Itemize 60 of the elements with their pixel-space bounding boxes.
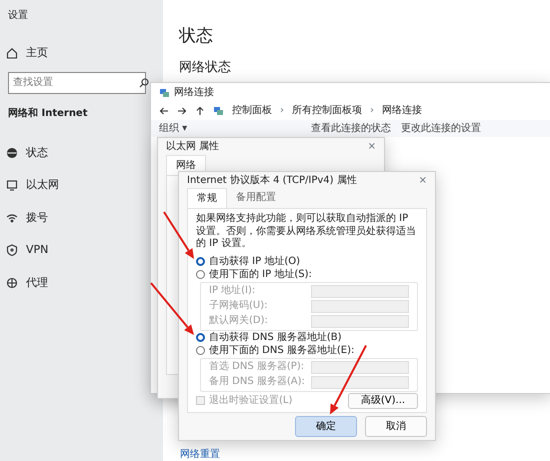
- radio-button[interactable]: [196, 257, 205, 266]
- field-label: 子网掩码(U):: [209, 300, 268, 312]
- breadcrumb-item[interactable]: 控制面板: [232, 103, 272, 118]
- field-label: IP 地址(I):: [209, 285, 256, 297]
- dialog-title: 以太网 属性: [166, 140, 220, 154]
- cancel-button[interactable]: 取消: [365, 416, 427, 436]
- radio-option[interactable]: 使用下面的 IP 地址(S):: [196, 268, 418, 280]
- nav-item[interactable]: 状态: [0, 136, 54, 169]
- up-arrow-icon: [195, 106, 205, 116]
- back-arrow-icon: [159, 106, 169, 116]
- section-heading: 网络和 Internet: [7, 106, 88, 120]
- description-text: 如果网络支持此功能，则可以获取自动指派的 IP 设置。否则，你需要从网络系统管理员处获得适当的 IP 设置。: [196, 213, 417, 250]
- dialog-title: Internet 协议版本 4 (TCP/IPv4) 属性: [187, 174, 357, 188]
- breadcrumb-item[interactable]: 网络连接: [382, 103, 422, 118]
- window-title: 网络连接: [174, 86, 214, 100]
- search-field[interactable]: 查找设置: [8, 72, 146, 94]
- nav-item[interactable]: 拨号: [0, 202, 54, 234]
- nav-item[interactable]: 以太网: [0, 169, 65, 202]
- radio-option[interactable]: 自动获得 DNS 服务器地址(B): [196, 332, 418, 344]
- reset-link[interactable]: 网络重置: [180, 447, 220, 461]
- radio-button[interactable]: [196, 333, 205, 342]
- breadcrumb-item[interactable]: 所有控制面板项: [292, 103, 362, 118]
- option-label: 使用下面的 IP 地址(S):: [209, 268, 312, 280]
- radio-button[interactable]: [196, 346, 205, 355]
- tab[interactable]: 常规: [187, 188, 227, 208]
- tab[interactable]: 备用配置: [227, 188, 285, 208]
- shield-icon: [6, 244, 18, 256]
- forward-arrow-icon: [177, 106, 187, 116]
- nav-item[interactable]: VPN: [0, 234, 54, 266]
- search-icon: [139, 78, 149, 88]
- home-link[interactable]: 主页: [0, 39, 163, 68]
- toolbar-button[interactable]: 更改此连接的设置: [401, 121, 481, 136]
- window-title: 设置: [7, 8, 29, 23]
- option-label: 自动获得 IP 地址(O): [209, 256, 300, 268]
- annotation-arrow: [163, 211, 194, 259]
- page-title: 状态: [179, 25, 214, 48]
- advanced-button[interactable]: 高级(V)...: [348, 392, 418, 408]
- toolbar-button[interactable]: 组织 ▾: [159, 121, 188, 136]
- section-title: 网络状态: [179, 58, 232, 76]
- close-button[interactable]: ×: [368, 139, 376, 154]
- network-icon: [213, 105, 224, 116]
- annotation-arrow: [150, 282, 194, 335]
- field-label: 备用 DNS 服务器(A):: [209, 376, 305, 388]
- option-label: 使用下面的 DNS 服务器地址(E):: [209, 344, 354, 356]
- network-icon: [159, 86, 170, 98]
- field-label: 默认网关(D):: [209, 315, 268, 327]
- option-label: 自动获得 DNS 服务器地址(B): [209, 332, 342, 344]
- wifi-icon: [6, 212, 18, 224]
- breadcrumb-separator: ›: [280, 104, 284, 118]
- nav-item[interactable]: 代理: [0, 266, 54, 299]
- monitor-icon: [6, 179, 18, 192]
- radio-button[interactable]: [196, 270, 205, 279]
- home-icon: [6, 47, 18, 60]
- field-label: 首选 DNS 服务器(P):: [209, 361, 304, 373]
- breadcrumb-separator: ›: [370, 104, 374, 118]
- radio-option[interactable]: 自动获得 IP 地址(O): [196, 256, 418, 268]
- radio-option[interactable]: 使用下面的 DNS 服务器地址(E):: [196, 344, 418, 356]
- toolbar-button[interactable]: 查看此连接的状态: [311, 121, 391, 136]
- close-button[interactable]: ×: [418, 172, 427, 188]
- ok-button[interactable]: 确定: [295, 416, 357, 436]
